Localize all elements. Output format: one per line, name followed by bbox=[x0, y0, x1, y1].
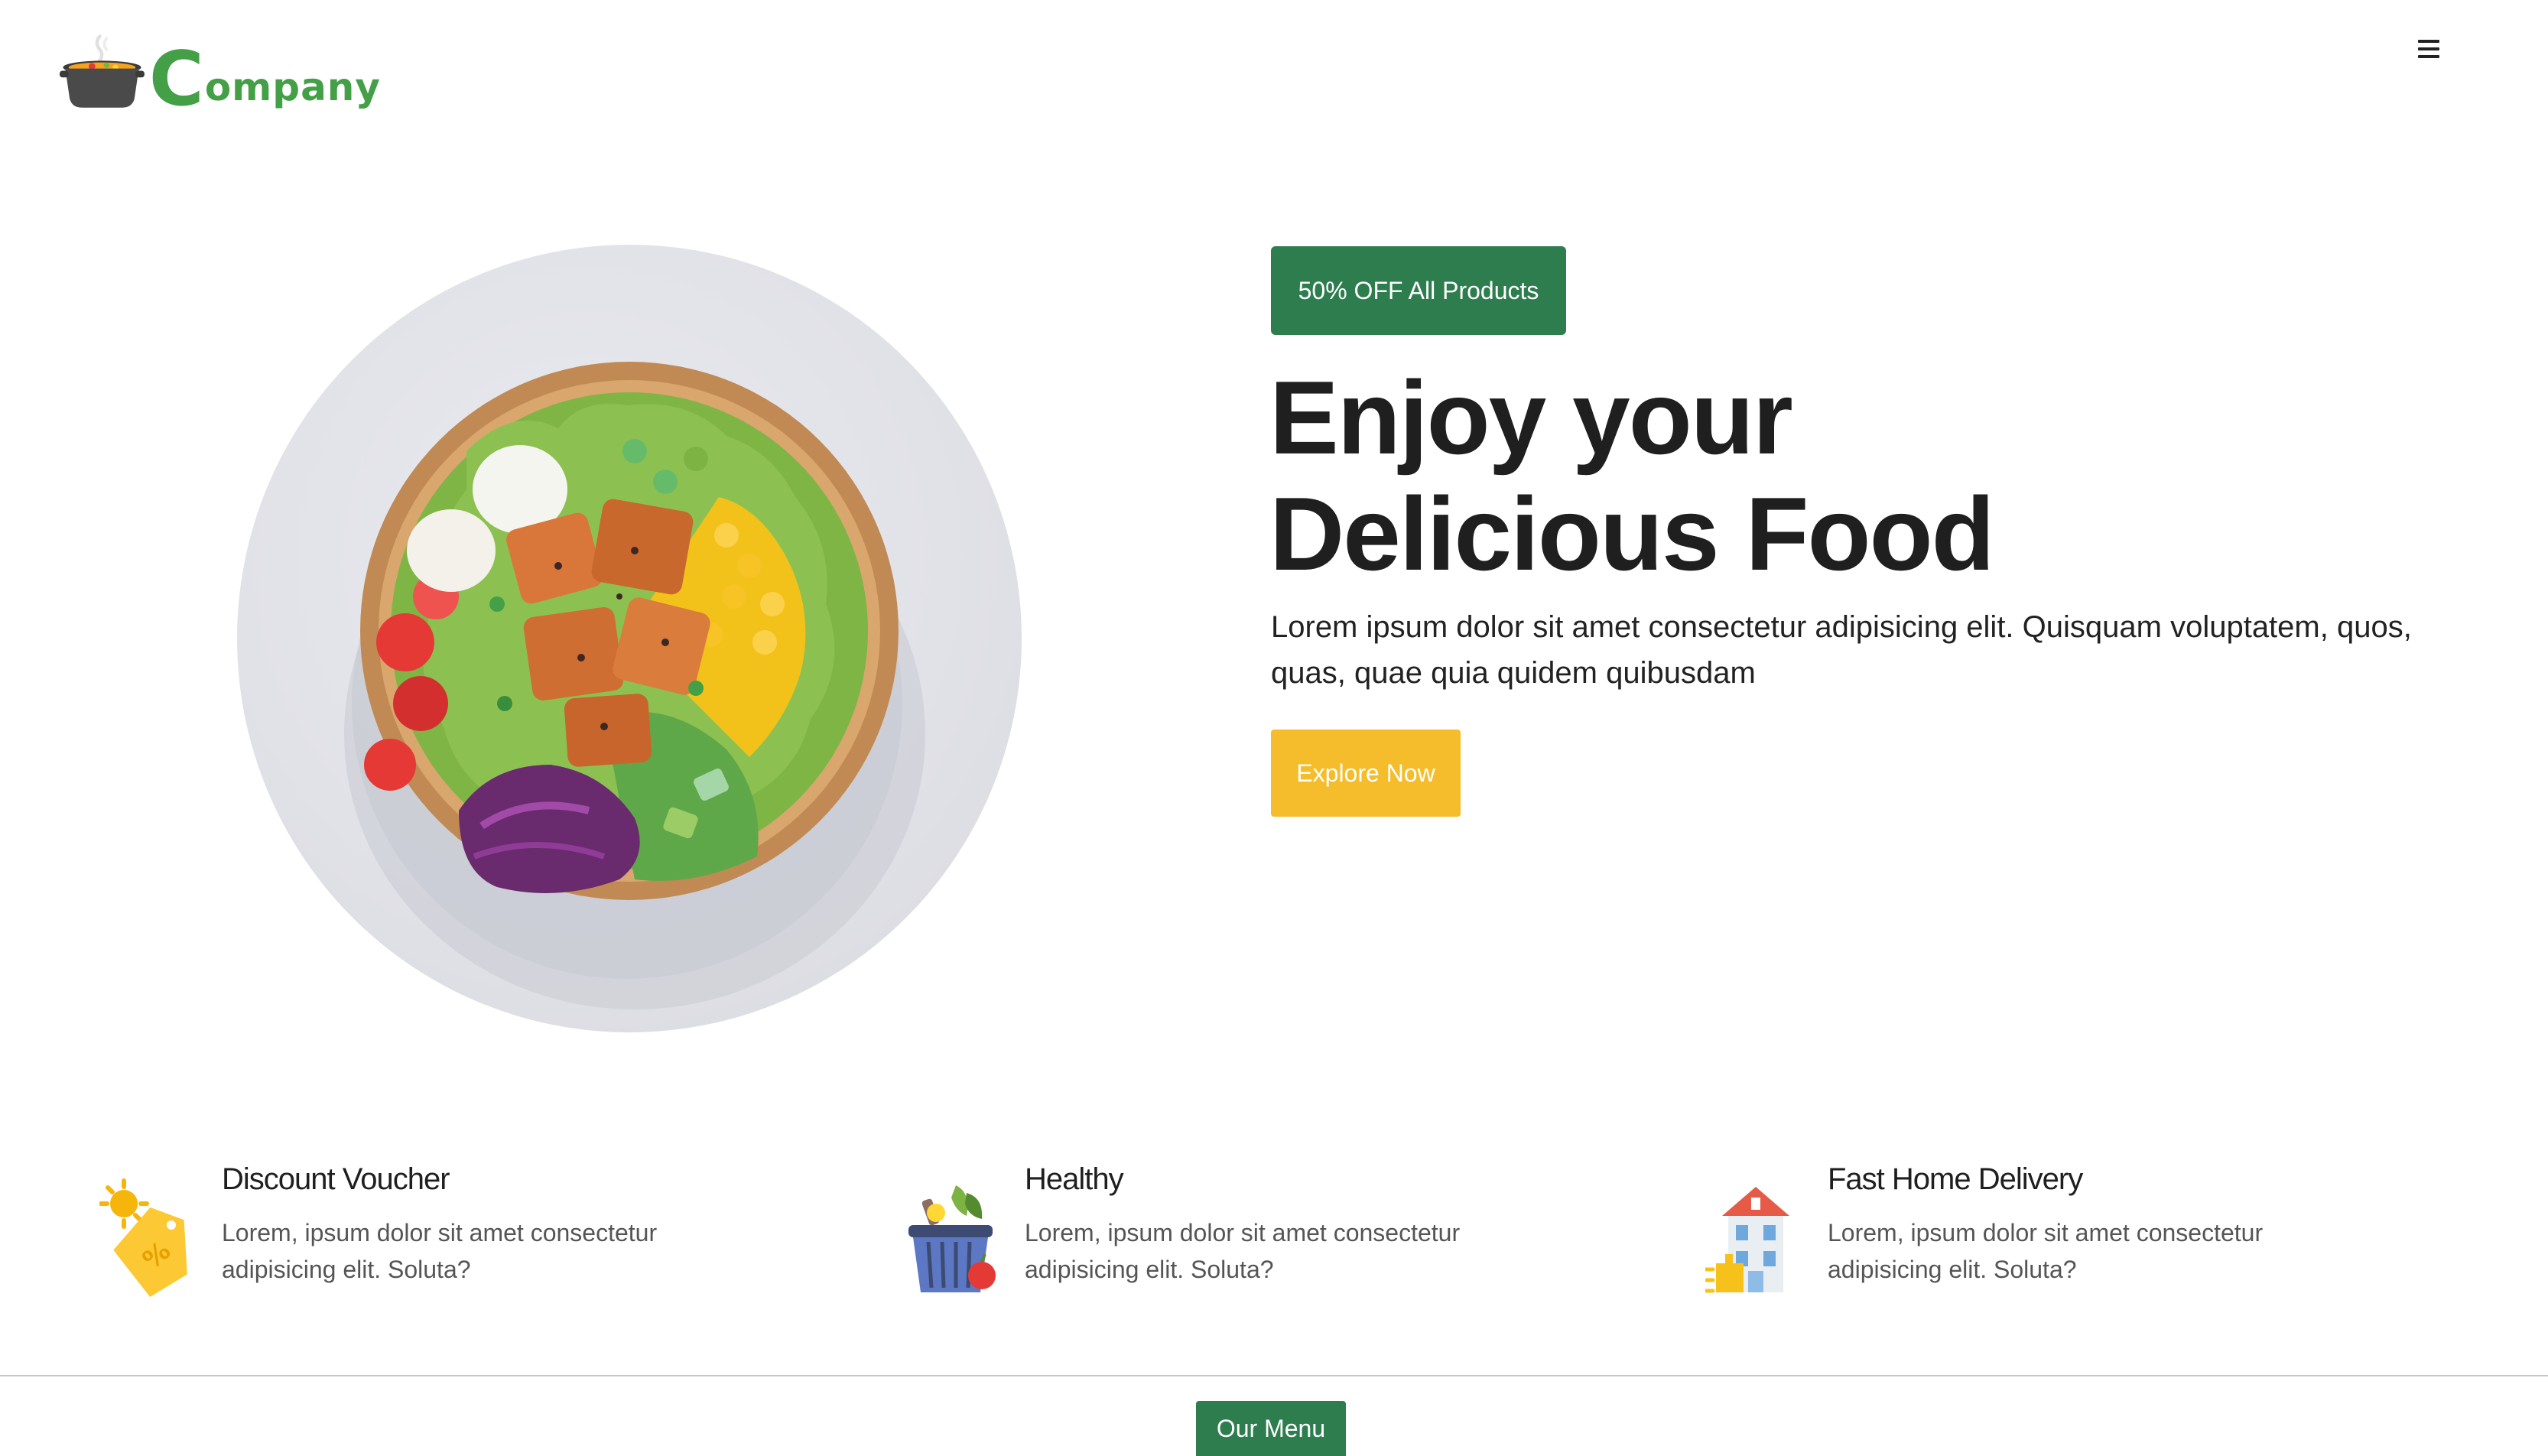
hero-headline: Enjoy your Delicious Food bbox=[1269, 359, 2416, 592]
logo-initial: C bbox=[148, 36, 205, 123]
logo-wordmark: ompany bbox=[204, 65, 381, 109]
feature-description: Lorem, ipsum dolor sit amet consectetur … bbox=[222, 1219, 658, 1283]
delivery-house-icon bbox=[1705, 1187, 1789, 1293]
company-logo[interactable]: Company bbox=[60, 18, 381, 125]
cooking-pot-icon bbox=[60, 34, 145, 108]
headline-line-1: Enjoy your bbox=[1269, 359, 1793, 476]
feature-description: Lorem, ipsum dolor sit amet consectetur … bbox=[1828, 1219, 2264, 1283]
hero-description: Lorem ipsum dolor sit amet consectetur a… bbox=[1271, 610, 2412, 690]
grocery-basket-icon bbox=[908, 1185, 996, 1292]
feature-description: Lorem, ipsum dolor sit amet consectetur … bbox=[1025, 1219, 1461, 1283]
discount-tag-icon: % bbox=[99, 1178, 187, 1298]
feature-title: Fast Home Delivery bbox=[1828, 1162, 2083, 1196]
our-menu-button[interactable]: Our Menu bbox=[1196, 1401, 1346, 1456]
hamburger-menu-icon[interactable] bbox=[2418, 35, 2446, 63]
feature-title: Healthy bbox=[1025, 1162, 1124, 1196]
explore-now-button[interactable]: Explore Now bbox=[1271, 730, 1461, 817]
feature-fast-home-delivery: Fast Home Delivery Lorem, ipsum dolor si… bbox=[1705, 1162, 2439, 1315]
hero-food-bowl-image bbox=[237, 245, 1022, 1032]
section-divider bbox=[0, 1375, 2548, 1376]
feature-discount-voucher: % Discount Voucher Lorem, ipsum dolor si… bbox=[99, 1162, 834, 1315]
headline-line-2: Delicious Food bbox=[1269, 476, 1995, 592]
feature-title: Discount Voucher bbox=[222, 1162, 450, 1196]
feature-healthy: Healthy Lorem, ipsum dolor sit amet cons… bbox=[902, 1162, 1636, 1315]
discount-badge: 50% OFF All Products bbox=[1271, 246, 1566, 335]
